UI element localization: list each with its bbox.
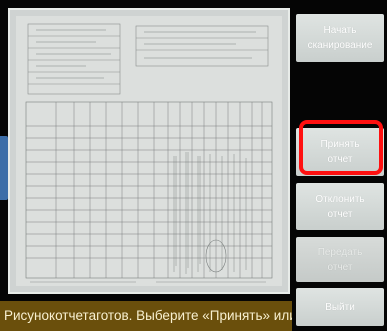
start-scan-label: Начать сканирование: [307, 25, 373, 51]
send-report-label: Передать отчет: [317, 246, 363, 273]
reject-report-label: Отклонить отчет: [315, 193, 365, 220]
start-scan-button[interactable]: Начать сканирование: [296, 14, 384, 62]
send-report-button[interactable]: Передать отчет: [296, 237, 384, 282]
side-tab[interactable]: [0, 136, 8, 200]
scanned-report-image: [16, 16, 282, 286]
scanner-screen: Начать сканирование Принять отчет Отклон…: [0, 0, 387, 331]
exit-label: Выйти: [325, 301, 355, 313]
reject-report-button[interactable]: Отклонить отчет: [296, 183, 384, 230]
action-sidebar: Начать сканирование Принять отчет Отклон…: [292, 6, 387, 326]
report-sheet-drawing: [16, 16, 282, 286]
accept-report-label: Принять отчет: [320, 139, 360, 165]
accept-report-button[interactable]: Принять отчет: [296, 128, 384, 176]
status-bar: Рисунокотчетаготов. Выберите «Принять» и…: [0, 301, 292, 331]
status-message: Рисунокотчетаготов. Выберите «Принять» и…: [4, 308, 292, 323]
exit-button[interactable]: Выйти: [296, 288, 384, 326]
report-preview: [8, 8, 290, 294]
